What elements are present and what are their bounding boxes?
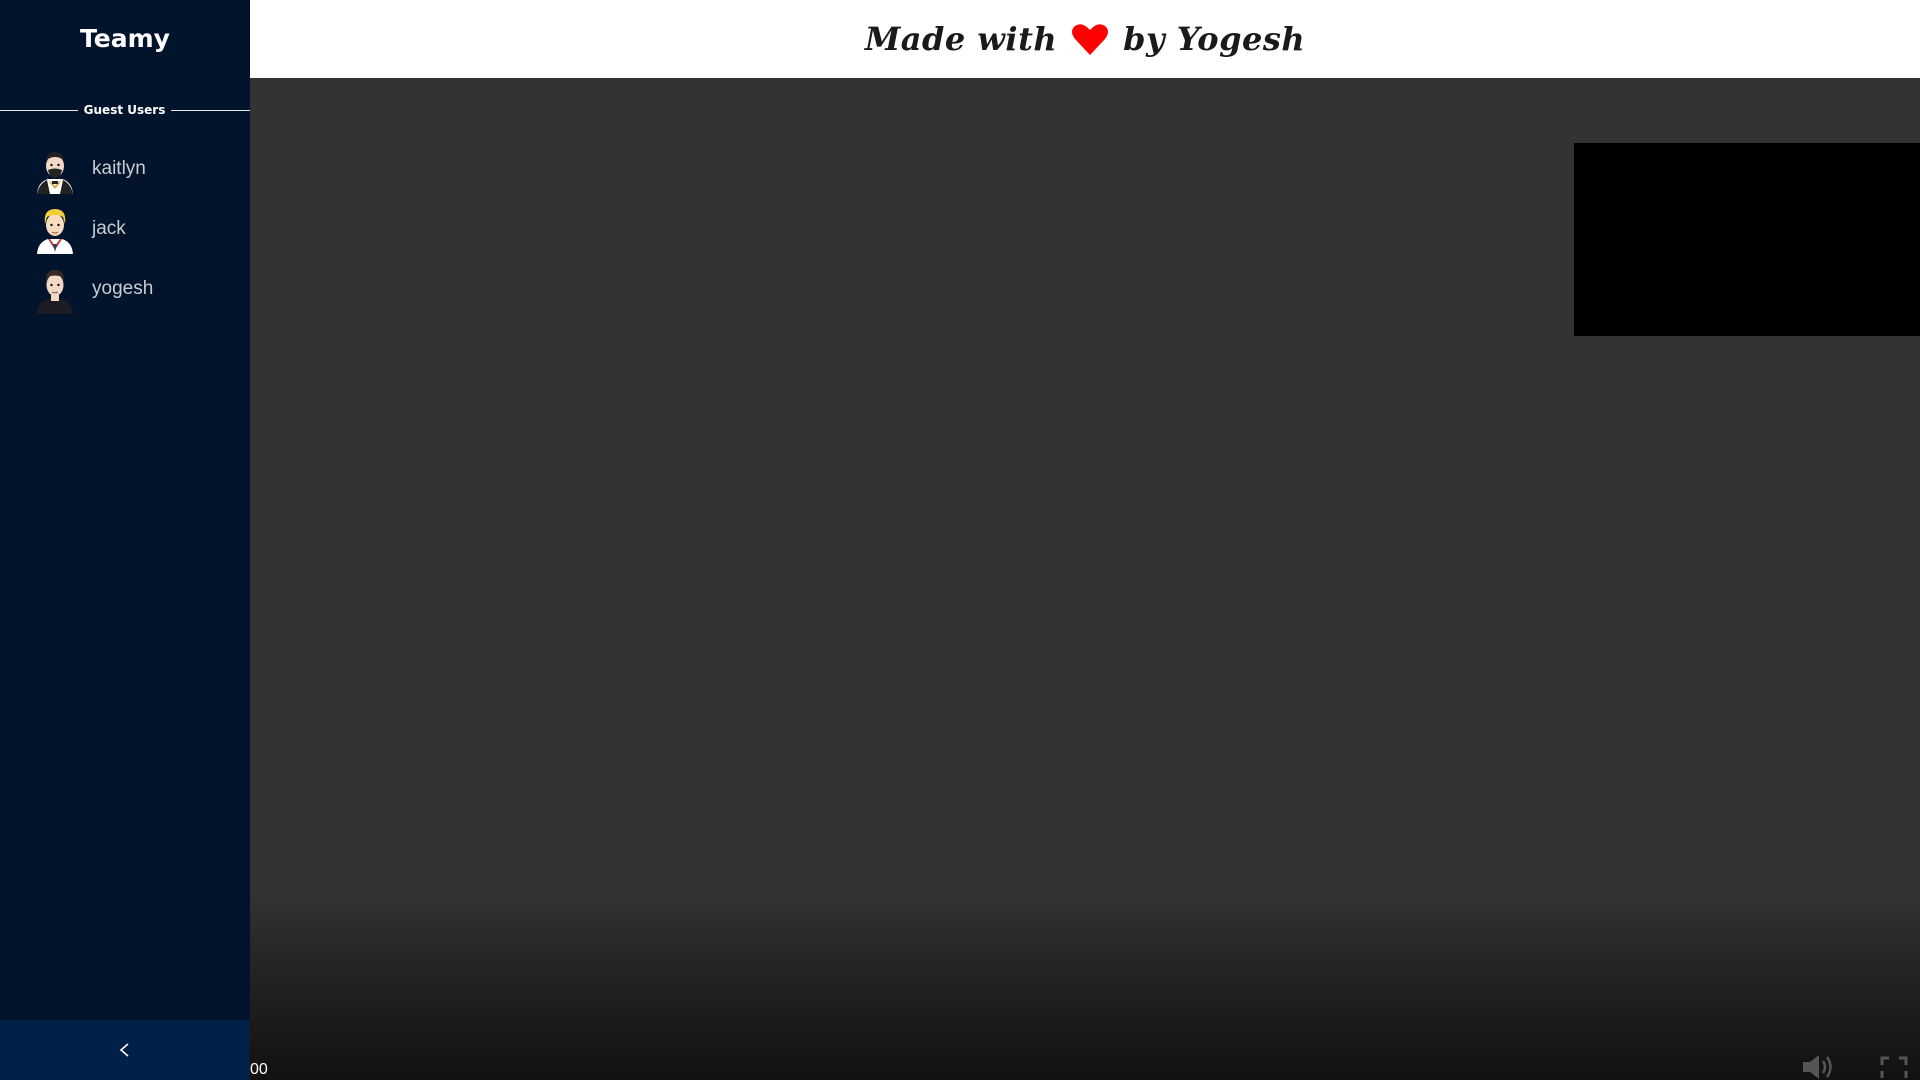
brand-title: Teamy: [80, 24, 170, 53]
time-display: 00: [250, 1061, 268, 1078]
collapse-sidebar-button[interactable]: [0, 1020, 250, 1080]
user-name: jack: [92, 218, 126, 239]
local-video-preview[interactable]: [1574, 143, 1920, 336]
avatar-blonde-man-icon: [37, 209, 73, 254]
user-name: yogesh: [92, 278, 154, 299]
guest-user-list: kaitlyn jack yogesh: [0, 140, 250, 320]
user-item-jack[interactable]: jack: [0, 200, 250, 260]
credit-prefix: Made with: [864, 20, 1058, 58]
chevron-left-icon: [119, 1043, 129, 1057]
credit-suffix: by Yogesh: [1123, 20, 1306, 58]
avatar-dark-hair-man-icon: [37, 270, 73, 314]
sidebar: Teamy Guest Users kaitlyn jack yogesh: [0, 0, 250, 1080]
heart-icon: [1072, 24, 1109, 55]
header: Made with by Yogesh: [250, 0, 1920, 79]
user-name: kaitlyn: [92, 158, 146, 179]
fullscreen-icon[interactable]: [1880, 1056, 1908, 1080]
avatar-mustache-man-icon: [37, 152, 73, 194]
user-item-kaitlyn[interactable]: kaitlyn: [0, 140, 250, 200]
divider-line-left: [0, 110, 78, 111]
guest-users-divider: Guest Users: [0, 100, 250, 120]
volume-icon[interactable]: [1800, 1052, 1836, 1080]
section-label: Guest Users: [83, 103, 166, 117]
divider-line-right: [171, 110, 250, 111]
user-item-yogesh[interactable]: yogesh: [0, 260, 250, 320]
